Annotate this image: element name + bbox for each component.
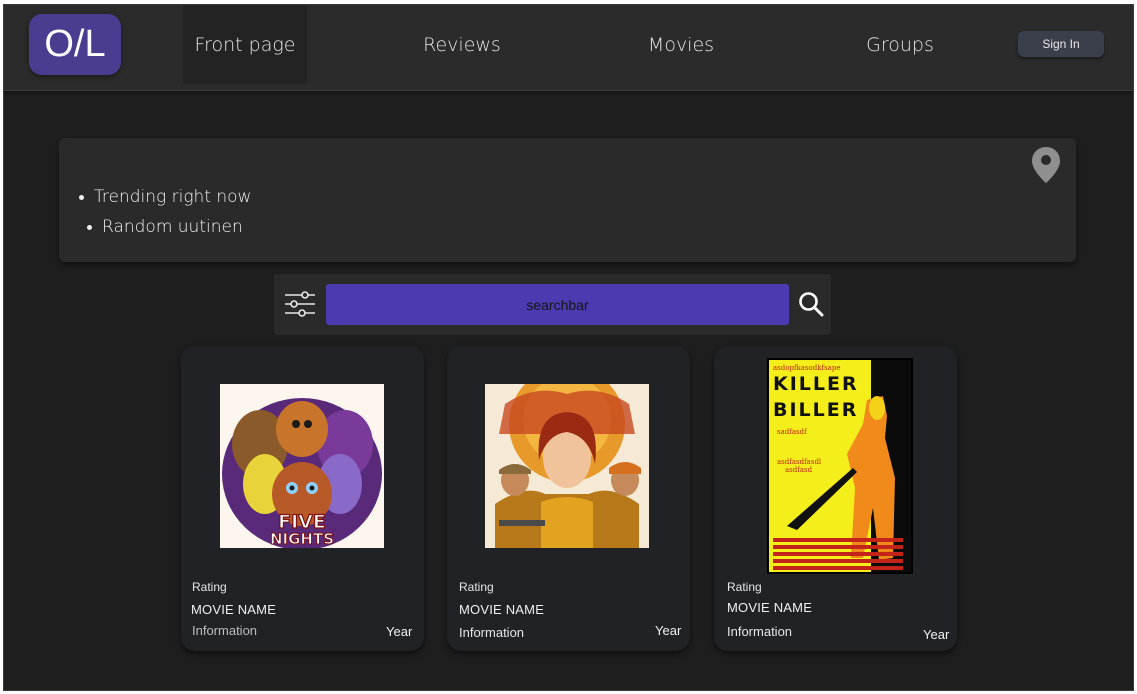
poster-text: sadfasdf xyxy=(777,428,808,436)
movie-card[interactable]: FIVE NIGHTS Rating MOVIE NAME Informatio… xyxy=(181,346,424,651)
magnifier-icon[interactable] xyxy=(798,291,824,317)
trending-panel: Trending right now Random uutinen xyxy=(59,138,1076,262)
list-item[interactable]: Trending right now xyxy=(59,182,251,212)
poster-title-line: BILLER xyxy=(773,399,858,421)
poster-image: FIVE NIGHTS xyxy=(220,384,384,548)
movie-card[interactable]: Rating MOVIE NAME Information Year xyxy=(447,346,690,651)
top-nav: O/L Front page Reviews Movies Groups Sig… xyxy=(4,5,1133,91)
movie-name[interactable]: MOVIE NAME xyxy=(727,600,812,615)
movie-name[interactable]: MOVIE NAME xyxy=(459,602,544,617)
poster-title-line: KILLER xyxy=(773,373,859,395)
poster-text: asdfasdfasdl xyxy=(777,458,822,466)
movie-year: Year xyxy=(386,624,413,639)
movie-poster[interactable]: FIVE NIGHTS xyxy=(220,384,384,548)
rating-label: Rating xyxy=(459,580,494,594)
rating-label: Rating xyxy=(727,580,762,594)
nav-front-page[interactable]: Front page xyxy=(183,5,307,84)
map-pin-icon[interactable] xyxy=(1031,146,1061,184)
sliders-icon[interactable] xyxy=(284,290,316,318)
trending-list: Trending right now Random uutinen xyxy=(59,182,251,242)
trending-item-label: Random uutinen xyxy=(102,217,243,237)
poster-text: asdopfkasodkfsape xyxy=(773,364,840,372)
poster-image xyxy=(485,384,649,548)
rating-label: Rating xyxy=(192,580,227,594)
nav-movies[interactable]: Movies xyxy=(621,5,741,84)
bullet-icon xyxy=(79,194,84,200)
movie-poster[interactable]: asdopfkasodkfsape KILLER BILLER sadfasdf… xyxy=(767,358,913,574)
poster-image: asdopfkasodkfsape KILLER BILLER sadfasdf… xyxy=(767,358,913,574)
nav-groups[interactable]: Groups xyxy=(840,5,960,84)
poster-title-line: NIGHTS xyxy=(270,530,334,548)
movie-info: Information xyxy=(727,624,793,639)
movie-year: Year xyxy=(655,623,682,638)
search-input[interactable]: searchbar xyxy=(326,284,789,325)
movie-info: Information xyxy=(192,623,258,638)
movie-card[interactable]: asdopfkasodkfsape KILLER BILLER sadfasdf… xyxy=(714,346,957,651)
movie-info: Information xyxy=(459,625,525,640)
bullet-icon xyxy=(87,224,92,230)
poster-text: asdfasd xyxy=(785,466,813,474)
search-bar-row: searchbar xyxy=(274,274,831,335)
movie-name[interactable]: MOVIE NAME xyxy=(191,602,276,617)
logo[interactable]: O/L xyxy=(29,14,121,75)
list-item[interactable]: Random uutinen xyxy=(59,212,251,242)
movie-poster[interactable] xyxy=(485,384,649,548)
trending-item-label: Trending right now xyxy=(94,187,252,207)
movie-year: Year xyxy=(923,627,950,642)
sign-in-button[interactable]: Sign In xyxy=(1018,31,1104,57)
nav-reviews[interactable]: Reviews xyxy=(402,5,522,84)
app-frame: O/L Front page Reviews Movies Groups Sig… xyxy=(3,4,1134,691)
